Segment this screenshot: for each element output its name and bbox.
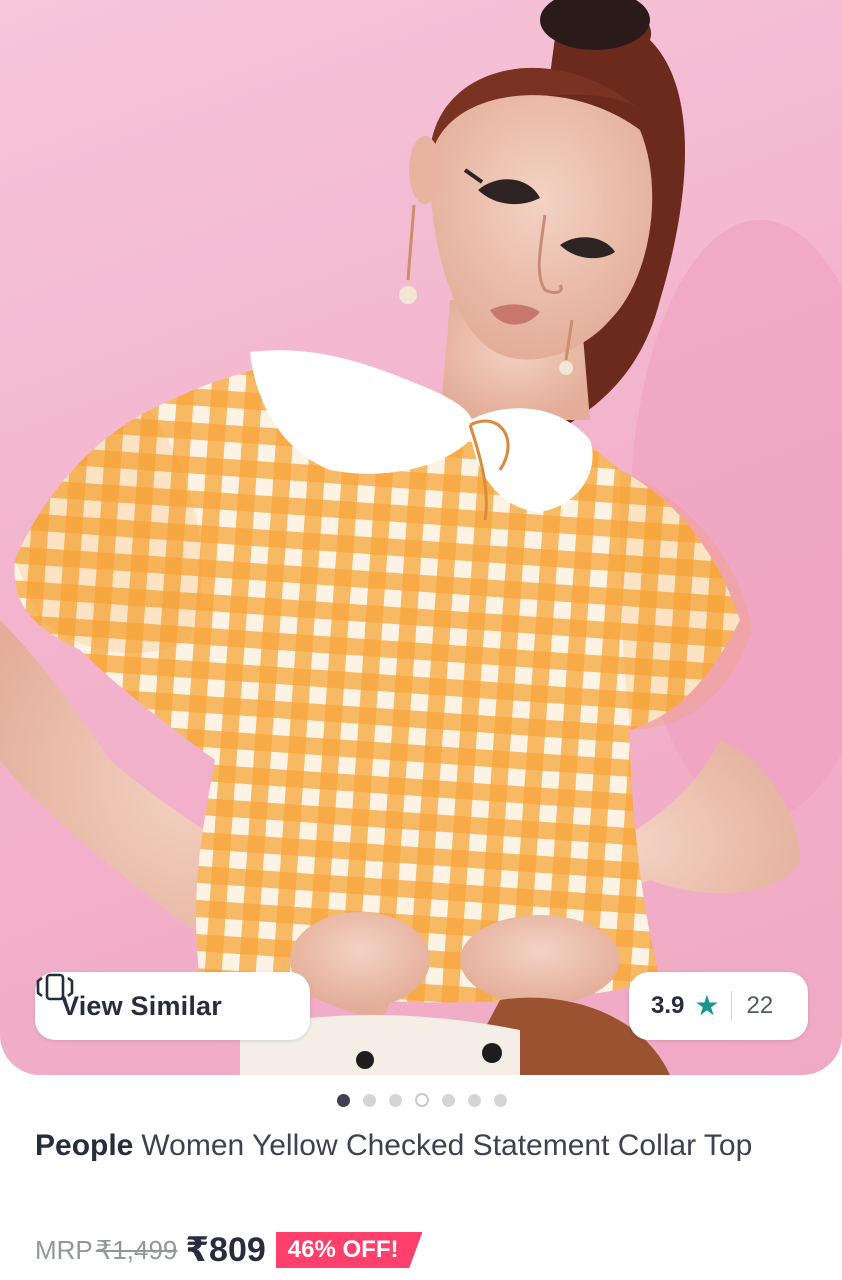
product-image[interactable]: View Similar 3.9 ★ 22	[0, 0, 842, 1075]
carousel-dot-7[interactable]	[494, 1093, 507, 1107]
product-brand[interactable]: People	[35, 1129, 133, 1162]
carousel-dot-6[interactable]	[468, 1093, 481, 1107]
rating-divider	[731, 991, 733, 1021]
selling-price: ₹809	[185, 1231, 266, 1269]
product-photo-illustration	[0, 0, 842, 1075]
rating-badge[interactable]: 3.9 ★ 22	[629, 972, 808, 1040]
carousel-dot-3[interactable]	[389, 1093, 402, 1107]
view-similar-icon	[36, 973, 74, 1001]
carousel-dot-5[interactable]	[442, 1093, 455, 1107]
product-title: People Women Yellow Checked Statement Col…	[35, 1122, 795, 1170]
rating-count: 22	[746, 992, 774, 1019]
discount-badge: 46% OFF!	[275, 1232, 423, 1268]
view-similar-button[interactable]: View Similar	[35, 972, 310, 1040]
rating-score: 3.9	[651, 992, 685, 1019]
price-row: MRP ₹1,499 ₹809 46% OFF!	[35, 1228, 423, 1272]
carousel-dot-1[interactable]	[337, 1093, 350, 1107]
carousel-dot-video[interactable]	[415, 1093, 429, 1107]
carousel-dot-2[interactable]	[363, 1093, 376, 1107]
carousel-indicator	[337, 1093, 507, 1107]
product-name: Women Yellow Checked Statement Collar To…	[141, 1129, 753, 1162]
view-similar-label: View Similar	[61, 990, 222, 1021]
mrp-value: ₹1,499	[95, 1234, 178, 1265]
mrp-label: MRP	[35, 1234, 93, 1265]
star-icon: ★	[694, 990, 720, 1021]
